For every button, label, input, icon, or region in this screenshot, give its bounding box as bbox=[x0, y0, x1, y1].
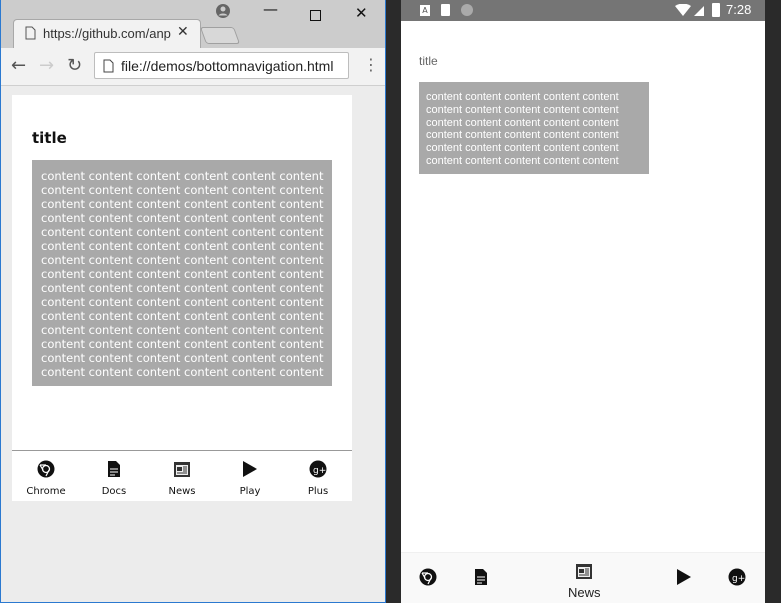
content-line: content content content content content bbox=[426, 91, 619, 103]
tab-close-icon[interactable]: ✕ bbox=[177, 24, 189, 40]
content-line: content content content content content … bbox=[41, 351, 324, 365]
battery-icon bbox=[712, 3, 720, 17]
circle-notification-icon bbox=[461, 4, 473, 16]
page-icon bbox=[25, 26, 36, 40]
content-line: content content content content content … bbox=[41, 183, 324, 197]
content-line: content content content content content bbox=[426, 116, 619, 129]
content-line: content content content content content … bbox=[41, 337, 324, 351]
content-line: content content content content content … bbox=[41, 267, 324, 281]
content-line: content content content content content … bbox=[41, 323, 324, 337]
new-tab-button[interactable] bbox=[199, 27, 241, 44]
content-line: content content content content content … bbox=[41, 295, 324, 309]
content-line: content content content content content bbox=[426, 142, 619, 155]
nav-plus[interactable]: g+ bbox=[728, 568, 746, 590]
nav-label: News bbox=[568, 585, 601, 600]
minimize-button[interactable]: — bbox=[263, 0, 278, 18]
content-line: content content content content content … bbox=[41, 197, 324, 211]
tab-title: https://github.com/anp bbox=[43, 26, 171, 41]
nav-news[interactable]: News bbox=[568, 562, 601, 600]
address-bar[interactable]: file://demos/bottomnavigation.html bbox=[94, 52, 349, 79]
status-bar: A 7:28 bbox=[401, 0, 765, 21]
nav-label: Plus bbox=[307, 486, 329, 497]
content-line: content content content content content … bbox=[41, 211, 324, 225]
nav-label: Play bbox=[239, 486, 261, 497]
content-line: content content content content content … bbox=[41, 169, 324, 183]
menu-icon[interactable]: ⋮ bbox=[363, 55, 379, 74]
sd-card-icon bbox=[441, 4, 450, 16]
nav-play[interactable] bbox=[676, 568, 692, 590]
google-plus-icon: g+ bbox=[728, 568, 746, 590]
close-button[interactable]: ✕ bbox=[355, 4, 368, 22]
url-text: file://demos/bottomnavigation.html bbox=[121, 58, 334, 74]
google-plus-icon: g+ bbox=[309, 460, 327, 482]
back-icon[interactable]: ← bbox=[11, 55, 26, 76]
title-bar: https://github.com/anp ✕ — ✕ bbox=[1, 0, 385, 49]
content-line: content content content content content bbox=[426, 103, 619, 116]
play-icon bbox=[676, 568, 692, 590]
content-line: content content content content content … bbox=[41, 239, 324, 253]
nav-play[interactable]: Play bbox=[216, 451, 284, 501]
page-title: title bbox=[419, 54, 438, 68]
content-line: content content content content content … bbox=[41, 365, 324, 379]
content-line: content content content content content bbox=[426, 129, 619, 142]
browser-window: https://github.com/anp ✕ — ✕ ← → ↻ file:… bbox=[0, 0, 386, 603]
nav-label: News bbox=[168, 486, 196, 497]
maximize-button[interactable] bbox=[310, 10, 321, 21]
bottom-navigation: News g+ bbox=[401, 552, 765, 603]
content-line: content content content content content … bbox=[41, 281, 324, 295]
content-line: content content content content content bbox=[426, 154, 619, 167]
wifi-signal-icon bbox=[675, 4, 704, 16]
reload-icon[interactable]: ↻ bbox=[67, 55, 82, 76]
nav-label: Docs bbox=[101, 486, 127, 497]
chrome-icon bbox=[419, 568, 437, 590]
svg-text:g+: g+ bbox=[313, 466, 326, 476]
nav-docs[interactable] bbox=[474, 568, 488, 590]
nav-label: Chrome bbox=[26, 486, 66, 497]
toolbar: ← → ↻ file://demos/bottomnavigation.html… bbox=[1, 48, 385, 86]
web-page: title content content content content co… bbox=[12, 95, 352, 501]
android-screen: A 7:28 title content content content con… bbox=[401, 0, 765, 603]
docs-icon bbox=[474, 568, 488, 590]
nav-chrome[interactable] bbox=[419, 568, 437, 590]
bottom-navigation: Chrome Docs News Play g+ Plus bbox=[12, 450, 352, 501]
content-box: content content content content content … bbox=[32, 160, 332, 386]
page-title: title bbox=[32, 129, 67, 147]
notification-a-icon: A bbox=[420, 5, 430, 16]
news-icon bbox=[173, 460, 191, 482]
chrome-icon bbox=[37, 460, 55, 482]
clock: 7:28 bbox=[726, 2, 752, 17]
nav-chrome[interactable]: Chrome bbox=[12, 451, 80, 501]
news-icon bbox=[575, 562, 593, 584]
svg-text:g+: g+ bbox=[732, 574, 745, 584]
forward-icon[interactable]: → bbox=[39, 55, 54, 76]
content-line: content content content content content … bbox=[41, 309, 324, 323]
nav-plus[interactable]: g+ Plus bbox=[284, 451, 352, 501]
content-line: content content content content content … bbox=[41, 253, 324, 267]
profile-icon[interactable] bbox=[216, 4, 230, 18]
nav-docs[interactable]: Docs bbox=[80, 451, 148, 501]
play-icon bbox=[242, 460, 258, 482]
nav-news[interactable]: News bbox=[148, 451, 216, 501]
content-line: content content content content content … bbox=[41, 225, 324, 239]
page-icon bbox=[103, 59, 114, 73]
docs-icon bbox=[107, 460, 121, 482]
content-box: content content content content content c… bbox=[419, 82, 649, 174]
